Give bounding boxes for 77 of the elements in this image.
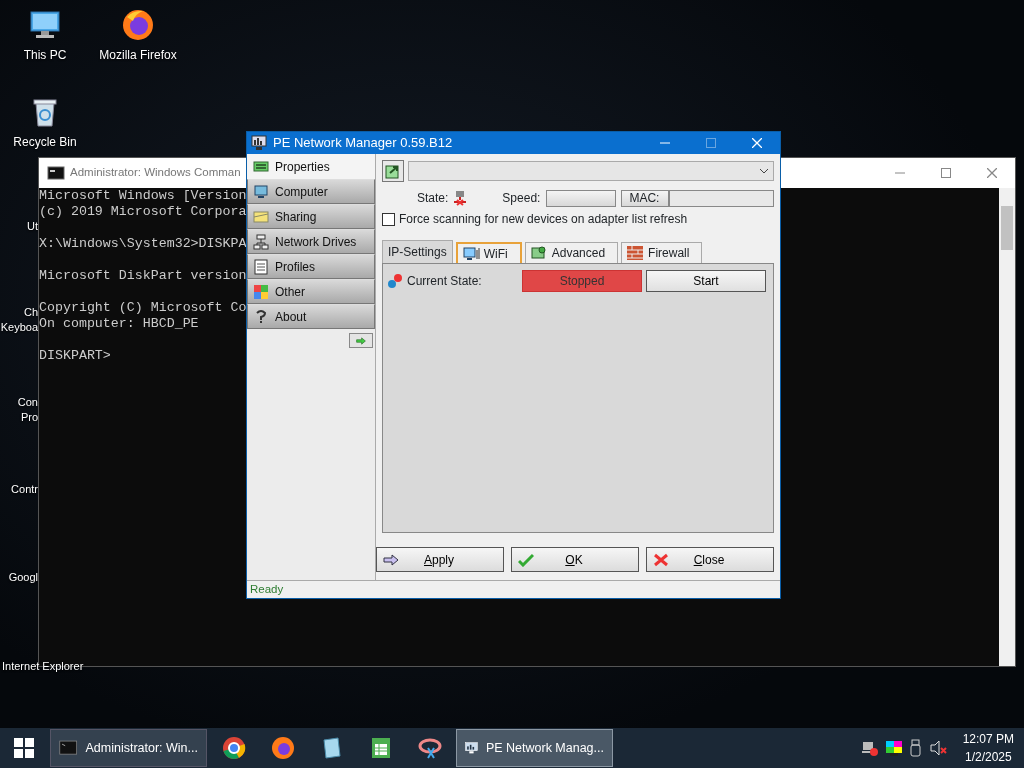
grid-icon bbox=[253, 283, 269, 300]
icon-label: This PC bbox=[23, 47, 67, 64]
sidebar-item[interactable]: Sharing bbox=[247, 204, 375, 229]
sidebar-item[interactable]: Profiles bbox=[247, 254, 375, 279]
icon-label: Internet Explorer bbox=[2, 659, 84, 674]
arrow-icon bbox=[383, 552, 399, 567]
wifi-monitor-icon bbox=[462, 245, 480, 262]
computer-icon bbox=[253, 183, 269, 200]
sidebar-item[interactable]: Computer bbox=[247, 179, 375, 204]
color-display-icon[interactable] bbox=[884, 739, 903, 757]
taskbar-button[interactable]: PE Network Manag... bbox=[456, 729, 613, 767]
icon-label: Googl bbox=[8, 570, 38, 585]
clock-time: 12:07 PM bbox=[962, 731, 1014, 748]
console-line: DISKPART> bbox=[39, 348, 111, 364]
close-button[interactable]: Close bbox=[646, 547, 774, 572]
icon-label: Recycle Bin bbox=[13, 134, 77, 151]
start-button[interactable]: Start bbox=[646, 270, 766, 292]
next-button[interactable] bbox=[349, 333, 373, 348]
sidebar-item[interactable]: Other bbox=[247, 279, 375, 304]
window-title: PE Network Manager 0.59.B12 bbox=[273, 134, 453, 153]
console-line: Microsoft DiskPart version bbox=[39, 268, 247, 284]
current-state-label: Current State: bbox=[407, 273, 482, 290]
export-icon bbox=[385, 163, 401, 179]
maximize-icon[interactable] bbox=[941, 168, 951, 178]
properties-icon bbox=[253, 158, 269, 175]
ok-button[interactable]: OK bbox=[511, 547, 639, 572]
brick-wall-icon bbox=[627, 245, 645, 261]
mac-label: MAC: bbox=[621, 189, 670, 207]
tab[interactable]: Advanced bbox=[524, 242, 619, 263]
network-state-icon bbox=[452, 190, 469, 206]
icon-label: Ch Keyboa bbox=[0, 305, 38, 335]
chrome-icon bbox=[221, 736, 246, 760]
console-line: Copyright (C) Microsoft Co bbox=[39, 300, 247, 316]
windows-icon bbox=[14, 738, 34, 758]
firefox-icon bbox=[270, 736, 295, 760]
status-indicator: Stopped bbox=[522, 270, 642, 292]
tab[interactable]: WiFi bbox=[455, 242, 522, 263]
network-monitor-icon bbox=[251, 135, 267, 151]
tab[interactable]: IP-Settings bbox=[382, 240, 453, 263]
speed-label: Speed: bbox=[502, 190, 541, 207]
network-gear-icon bbox=[530, 245, 548, 261]
refresh-button[interactable] bbox=[382, 160, 404, 182]
icon-label: Contr bbox=[11, 482, 38, 497]
clock-date: 1/2/2025 bbox=[963, 749, 1013, 766]
close-icon bbox=[653, 552, 669, 567]
console-icon bbox=[47, 166, 65, 180]
state-label: State: bbox=[417, 190, 449, 207]
window-title: Administrator: Windows Comman bbox=[70, 165, 241, 181]
console-line: (c) 2019 Microsoft Corpora bbox=[39, 204, 247, 220]
icon-label: Mozilla Firefox bbox=[99, 47, 177, 64]
scrollbar[interactable] bbox=[999, 188, 1015, 666]
firefox-icon[interactable] bbox=[121, 8, 155, 42]
checkbox-label: Force scanning for new devices on adapter list refresh bbox=[399, 211, 688, 228]
tab[interactable]: Firewall bbox=[621, 242, 703, 263]
usb-drive-icon[interactable] bbox=[908, 739, 923, 757]
network-icon bbox=[253, 233, 269, 250]
arrow-icon bbox=[356, 335, 366, 346]
speaker-muted-icon[interactable] bbox=[928, 739, 947, 757]
sidebar-item[interactable]: Properties bbox=[247, 154, 375, 179]
chevron-icon bbox=[759, 168, 769, 174]
console-line: X:\Windows\System32>DISKPA bbox=[39, 236, 247, 252]
taskbar-button[interactable]: Administrator: Win... bbox=[50, 729, 207, 767]
icon-label: Con Pro bbox=[17, 395, 38, 425]
status-bar: Ready bbox=[247, 580, 780, 598]
checkbox[interactable] bbox=[382, 212, 395, 226]
console-line: On computer: HBCD_PE bbox=[39, 316, 199, 332]
sidebar-item[interactable]: Network Drives bbox=[247, 229, 375, 254]
list-icon bbox=[253, 258, 269, 275]
folder-icon bbox=[253, 208, 269, 225]
checkmark-icon bbox=[518, 552, 534, 567]
icon-label: Ut bbox=[27, 219, 38, 234]
sidebar-item[interactable]: About bbox=[247, 304, 375, 329]
speed-field bbox=[546, 189, 617, 207]
console-line: Microsoft Windows [Version bbox=[39, 188, 247, 204]
network-disconnected-icon[interactable] bbox=[860, 739, 879, 757]
close-icon[interactable] bbox=[987, 168, 997, 178]
apply-button[interactable]: Apply bbox=[376, 547, 504, 572]
